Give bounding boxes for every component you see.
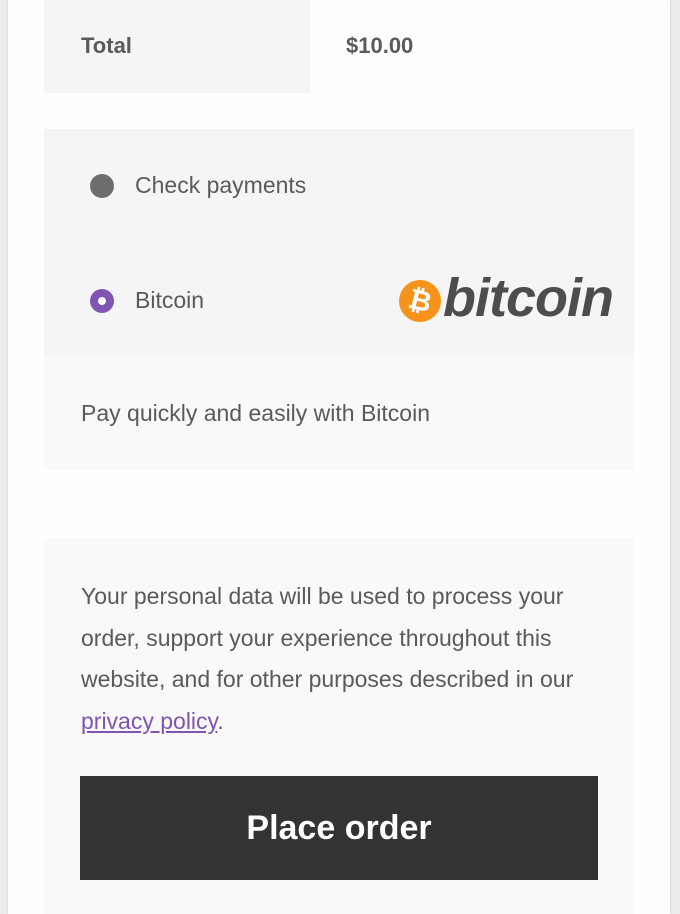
payment-method-check[interactable]: Check payments xyxy=(90,172,306,199)
total-value: $10.00 xyxy=(346,33,414,58)
payment-methods: Check payments Bitcoin ₿ bitcoin xyxy=(44,129,634,357)
bitcoin-wordmark: bitcoin xyxy=(443,268,614,328)
place-order-section: Your personal data will be used to proce… xyxy=(44,538,634,914)
check-payments-radio[interactable] xyxy=(90,173,114,198)
privacy-notice: Your personal data will be used to proce… xyxy=(81,576,611,742)
check-payments-label[interactable]: Check payments xyxy=(135,172,306,199)
privacy-notice-trailing: . xyxy=(217,707,224,734)
total-label-cell: Total xyxy=(44,0,310,93)
bitcoin-symbol-icon: ₿ xyxy=(394,275,446,327)
checkout-page: Total $10.00 Check payments Bitcoin ₿ bi… xyxy=(8,0,670,914)
bitcoin-radio[interactable] xyxy=(90,288,114,313)
payment-description-box: Pay quickly and easily with Bitcoin xyxy=(44,357,634,470)
bitcoin-logo: ₿ bitcoin xyxy=(394,271,614,327)
privacy-notice-text: Your personal data will be used to proce… xyxy=(81,583,574,692)
payment-method-bitcoin[interactable]: Bitcoin xyxy=(90,287,204,314)
payment-description: Pay quickly and easily with Bitcoin xyxy=(81,400,430,426)
privacy-policy-link[interactable]: privacy policy xyxy=(81,708,217,734)
place-order-button[interactable]: Place order xyxy=(80,776,598,880)
order-total-row: Total $10.00 xyxy=(44,0,634,93)
total-label: Total xyxy=(81,33,132,58)
bitcoin-label[interactable]: Bitcoin xyxy=(135,287,204,314)
